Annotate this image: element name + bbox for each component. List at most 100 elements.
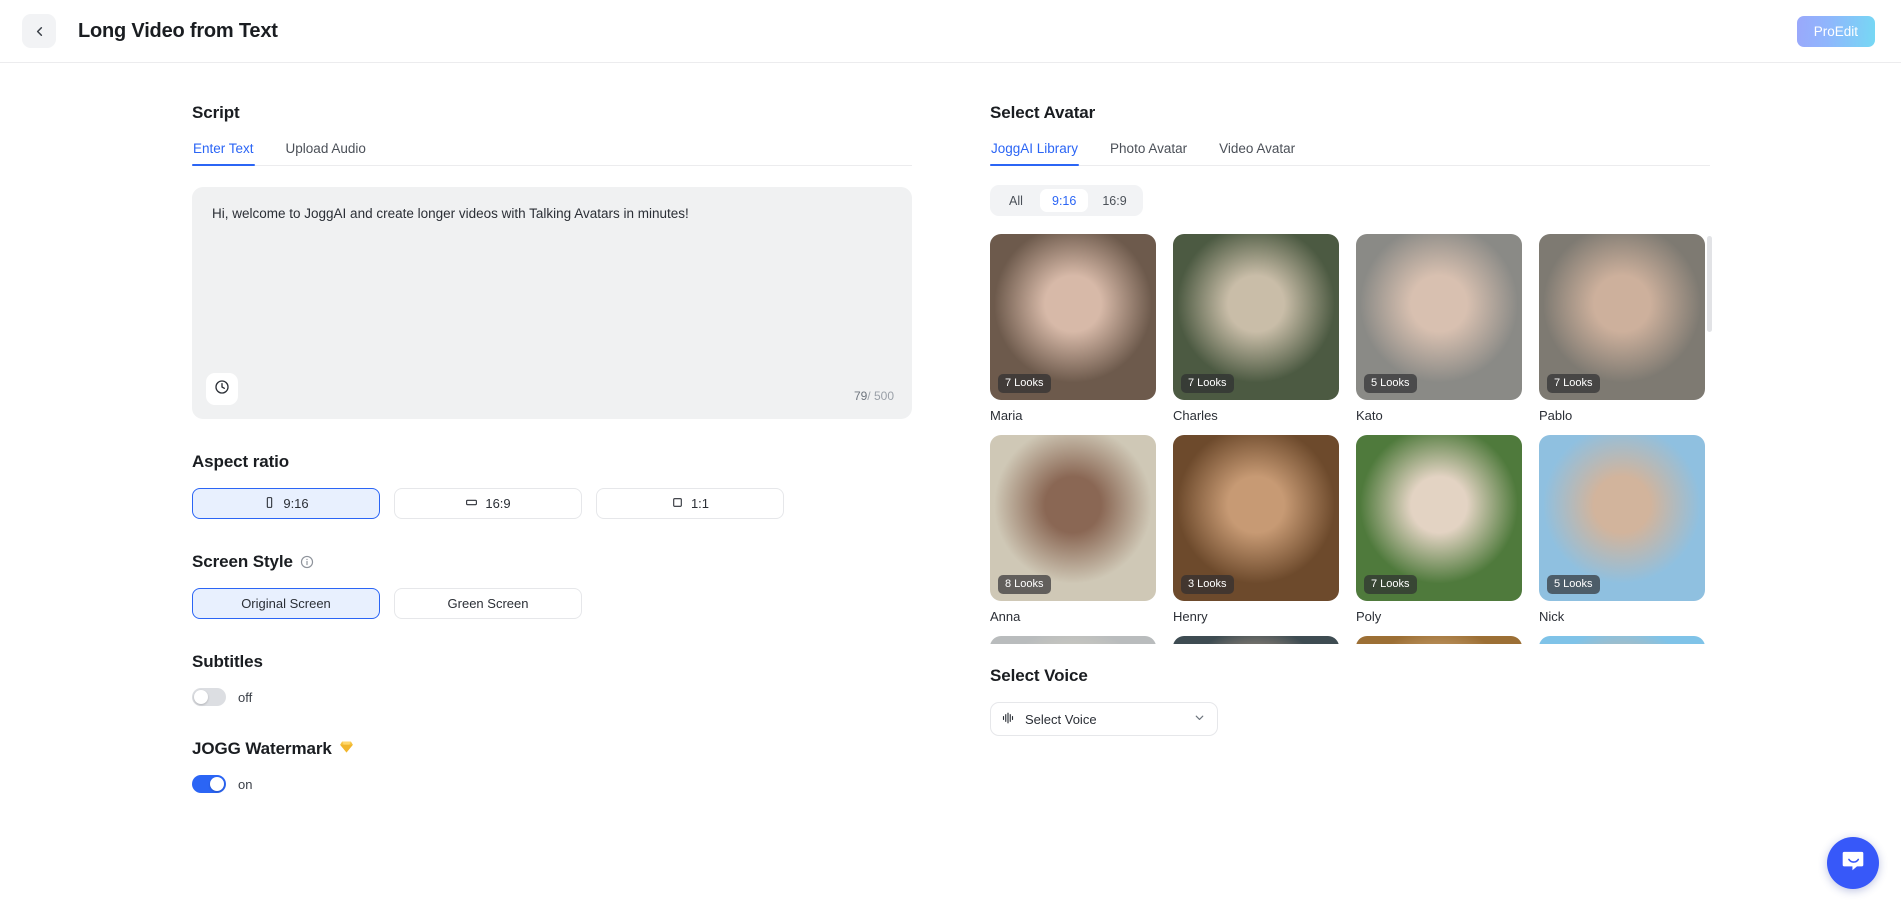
avatar-thumbnail — [1173, 636, 1339, 644]
script-duration-button[interactable] — [206, 373, 238, 405]
subtitles-toggle[interactable] — [192, 688, 226, 706]
avatar-thumbnail: 5 Looks — [1539, 435, 1705, 601]
avatar-card[interactable]: 5 Looks Kato — [1356, 234, 1522, 423]
tab-joggai-library[interactable]: JoggAI Library — [990, 141, 1080, 166]
aspect-ratio-block: Aspect ratio 9:16 16:9 1:1 — [192, 452, 910, 519]
looks-badge: 5 Looks — [1547, 575, 1600, 594]
subtitles-state-label: off — [238, 689, 253, 705]
character-count-limit: / 500 — [867, 389, 894, 403]
avatar-card[interactable]: 7 Looks Maria — [990, 234, 1156, 423]
pro-edit-button[interactable]: ProEdit — [1796, 15, 1875, 47]
aspect-ratio-title: Aspect ratio — [192, 452, 290, 471]
aspect-ratio-option-16-9[interactable]: 16:9 — [394, 488, 582, 519]
aspect-ratio-label-16-9: 16:9 — [485, 496, 511, 511]
avatar-card[interactable]: 7 Looks Pablo — [1539, 234, 1705, 423]
script-textarea[interactable]: Hi, welcome to JoggAI and create longer … — [192, 187, 912, 419]
aspect-ratio-label-1-1: 1:1 — [690, 496, 710, 511]
avatar-grid-scrollbar[interactable] — [1707, 236, 1712, 332]
info-circle-icon[interactable] — [300, 555, 314, 569]
avatar-thumbnail: 7 Looks — [1356, 435, 1522, 601]
voice-block: Select Voice Select Voice — [990, 666, 1725, 736]
script-text-value: Hi, welcome to JoggAI and create longer … — [212, 206, 689, 221]
screen-style-option-green[interactable]: Green Screen — [394, 588, 582, 619]
watermark-state-label: on — [238, 776, 253, 792]
screen-style-block: Screen Style Original Screen Green Scree… — [192, 552, 910, 619]
filter-all[interactable]: All — [994, 189, 1038, 212]
tab-upload-audio[interactable]: Upload Audio — [285, 141, 367, 165]
toggle-knob — [194, 690, 208, 704]
tab-video-avatar[interactable]: Video Avatar — [1218, 141, 1296, 165]
page-body: Script Enter Text Upload Audio Hi, welco… — [0, 63, 1901, 911]
back-button[interactable] — [22, 14, 56, 48]
page-title: Long Video from Text — [78, 19, 278, 42]
avatar-ratio-filter: All 9:16 16:9 — [990, 185, 1143, 216]
avatar-card[interactable]: 3 Looks Henry — [1173, 435, 1339, 624]
watermark-toggle-row: on — [192, 775, 910, 793]
avatar-card[interactable] — [1539, 636, 1705, 644]
voice-select[interactable]: Select Voice — [990, 702, 1218, 736]
looks-badge: 7 Looks — [1181, 374, 1234, 393]
avatar-name: Anna — [990, 609, 1021, 624]
watermark-toggle[interactable] — [192, 775, 226, 793]
avatar-thumbnail: 5 Looks — [1356, 234, 1522, 400]
chat-bubble-icon — [1840, 848, 1866, 879]
avatar-thumbnail: 8 Looks — [990, 435, 1156, 601]
avatar-card[interactable] — [1173, 636, 1339, 644]
avatar-name: Charles — [1173, 408, 1218, 423]
looks-badge: 8 Looks — [998, 575, 1051, 594]
avatar-name: Poly — [1356, 609, 1382, 624]
avatar-card[interactable]: 8 Looks Anna — [990, 435, 1156, 624]
avatar-thumbnail: 7 Looks — [1173, 234, 1339, 400]
square-rect-icon — [671, 496, 684, 512]
subtitles-title: Subtitles — [192, 652, 263, 671]
avatar-name: Pablo — [1539, 408, 1573, 423]
avatar-thumbnail — [990, 636, 1156, 644]
avatar-card[interactable] — [1356, 636, 1522, 644]
aspect-ratio-option-1-1[interactable]: 1:1 — [596, 488, 784, 519]
avatar-name: Maria — [990, 408, 1023, 423]
screen-style-head: Screen Style — [192, 552, 910, 572]
aspect-ratio-label-9-16: 9:16 — [283, 496, 309, 511]
screen-style-title: Screen Style — [192, 552, 293, 571]
portrait-rect-icon — [263, 496, 276, 512]
tab-enter-text[interactable]: Enter Text — [192, 141, 255, 166]
avatar-grid-scroll-area[interactable]: 7 Looks Maria 7 Looks Charles 5 Looks Kato 7 L… — [990, 234, 1712, 644]
character-count-current: 79 — [853, 389, 868, 403]
watermark-head: JOGG Watermark — [192, 739, 910, 759]
screen-style-option-original[interactable]: Original Screen — [192, 588, 380, 619]
avatar-thumbnail — [1356, 636, 1522, 644]
aspect-ratio-head: Aspect ratio — [192, 452, 910, 472]
aspect-ratio-option-9-16[interactable]: 9:16 — [192, 488, 380, 519]
landscape-rect-icon — [465, 496, 478, 512]
avatar-card[interactable]: 5 Looks Nick — [1539, 435, 1705, 624]
avatar-thumbnail — [1539, 636, 1705, 644]
avatar-card[interactable]: 7 Looks Poly — [1356, 435, 1522, 624]
aspect-ratio-options: 9:16 16:9 1:1 — [192, 488, 910, 519]
looks-badge: 7 Looks — [998, 374, 1051, 393]
avatar-voice-panel: Select Avatar JoggAI Library Photo Avata… — [910, 103, 1901, 911]
avatar-name: Nick — [1539, 609, 1565, 624]
tab-photo-avatar[interactable]: Photo Avatar — [1109, 141, 1188, 165]
voice-select-value: Select Voice — [1025, 711, 1097, 727]
avatar-name: Kato — [1356, 408, 1383, 423]
chat-support-button[interactable] — [1827, 837, 1879, 889]
looks-badge: 7 Looks — [1547, 374, 1600, 393]
looks-badge: 3 Looks — [1181, 575, 1234, 594]
filter-16-9[interactable]: 16:9 — [1090, 189, 1138, 212]
chevron-down-icon — [1193, 711, 1206, 727]
subtitles-toggle-row: off — [192, 688, 910, 706]
subtitles-block: Subtitles off — [192, 652, 910, 706]
avatar-thumbnail: 7 Looks — [990, 234, 1156, 400]
chevron-left-icon — [32, 24, 47, 39]
avatar-grid: 7 Looks Maria 7 Looks Charles 5 Looks Kato 7 L… — [990, 234, 1712, 644]
character-counter: 79/ 500 — [854, 389, 894, 403]
avatar-card[interactable]: 7 Looks Charles — [1173, 234, 1339, 423]
filter-9-16[interactable]: 9:16 — [1040, 189, 1089, 212]
clock-icon — [214, 379, 230, 400]
avatar-section-title: Select Avatar — [990, 103, 1096, 122]
watermark-title: JOGG Watermark — [192, 739, 332, 758]
avatar-card[interactable] — [990, 636, 1156, 644]
looks-badge: 7 Looks — [1364, 575, 1417, 594]
watermark-block: JOGG Watermark on — [192, 739, 910, 793]
avatar-thumbnail: 3 Looks — [1173, 435, 1339, 601]
